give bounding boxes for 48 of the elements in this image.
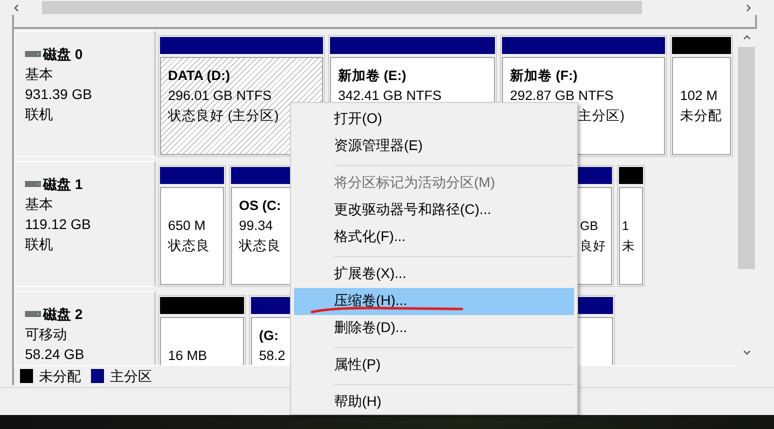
disk-size: 58.24 GB: [25, 345, 86, 364]
disk-name: 磁盘 1: [43, 175, 83, 194]
disk-name: 磁盘 2: [43, 305, 83, 324]
partition-size: 102 M: [680, 87, 718, 105]
partition-status: 良好: [580, 238, 606, 255]
partition-status: 未分配: [680, 107, 722, 125]
partition-title: OS (C:: [239, 197, 281, 215]
partition-size: 58.2: [259, 347, 286, 365]
partition[interactable]: GB 良好: [575, 165, 614, 287]
disk-status: 联机: [25, 235, 54, 254]
partition-title: DATA (D:): [168, 67, 230, 85]
disk-type: 基本: [25, 65, 54, 84]
legend-label: 未分配: [39, 366, 81, 386]
legend-label: 主分区: [110, 366, 152, 386]
partition-size: 99.34: [239, 217, 273, 235]
partition-status: 状态良: [239, 237, 281, 255]
partition-status: 状态良好 (主分区): [168, 107, 279, 125]
disk-size: 931.39 GB: [25, 85, 93, 104]
partition-title: 新加卷 (F:): [510, 67, 578, 85]
partition[interactable]: 102 M 未分配: [670, 35, 733, 157]
partition-size: GB: [580, 218, 598, 235]
disk-drive-icon: [25, 311, 41, 317]
scrollbar-thumb[interactable]: [738, 47, 755, 269]
partition-size: 1: [622, 218, 629, 235]
menu-item[interactable]: 帮助(H): [294, 389, 574, 416]
menu-item[interactable]: 删除卷(D)...: [294, 315, 574, 342]
partition-size: 650 M: [168, 217, 206, 235]
partition-size: 16 MB: [168, 347, 208, 365]
partition-size: 296.01 GB NTFS: [168, 87, 272, 105]
partition-status: 未: [622, 238, 635, 255]
partition-title: (G:: [259, 327, 278, 345]
partition[interactable]: 650 M 状态良: [158, 165, 226, 287]
menu-item[interactable]: 压缩卷(H)...: [294, 288, 574, 315]
disk-drive-icon: [25, 51, 41, 57]
disk-drive-icon: [25, 181, 41, 187]
menu-item[interactable]: 属性(P): [294, 352, 574, 379]
partition-status: 状态良: [168, 237, 210, 255]
partition-title: 新加卷 (E:): [338, 67, 406, 85]
partition-size: 292.87 GB NTFS: [510, 87, 614, 105]
disk-name: 磁盘 0: [43, 45, 83, 64]
partition-status: 主分区): [578, 107, 624, 125]
scrollbar-thumb[interactable]: [42, 1, 642, 14]
partition-size: 342.41 GB NTFS: [338, 87, 442, 105]
disk-size: 119.12 GB: [25, 215, 92, 234]
partition[interactable]: 1 未: [617, 165, 645, 287]
disk-type: 基本: [25, 195, 54, 214]
disk-type: 可移动: [25, 325, 68, 344]
disk-status: 联机: [25, 105, 54, 124]
